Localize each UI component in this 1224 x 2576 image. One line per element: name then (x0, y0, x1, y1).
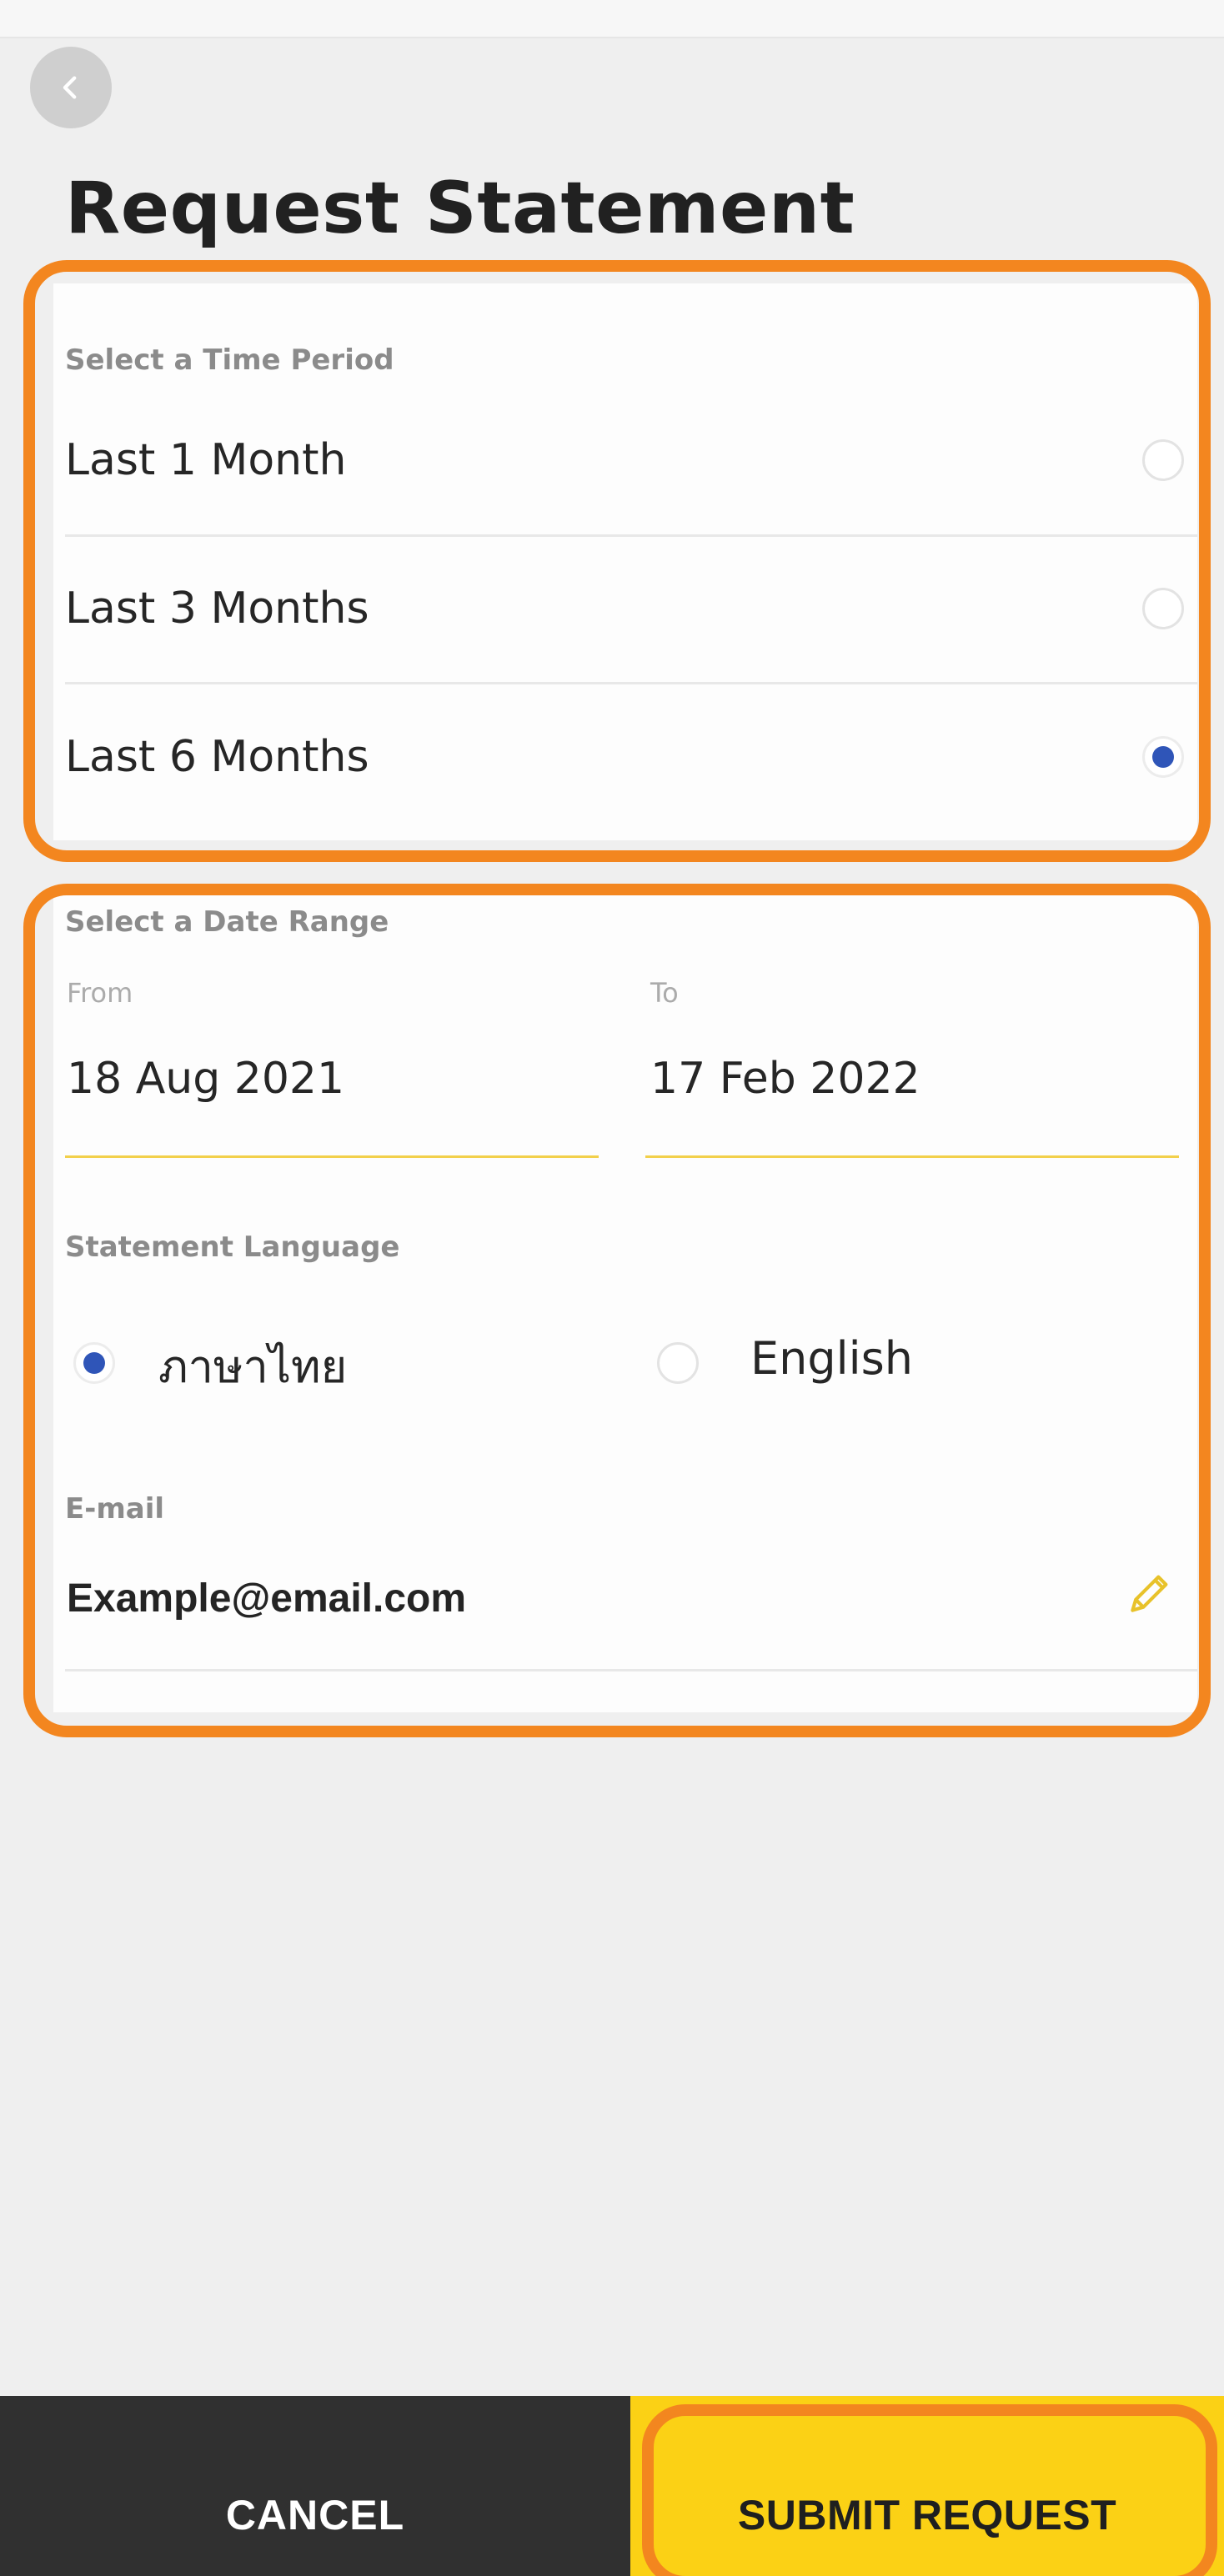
time-period-label: Select a Time Period (65, 343, 394, 377)
email-field[interactable]: Example@email.com (67, 1576, 466, 1621)
radio-unselected[interactable] (1142, 439, 1184, 481)
from-date-field[interactable]: 18 Aug 2021 (67, 1054, 344, 1104)
to-label: To (650, 977, 679, 1009)
option-last-1-month[interactable]: Last 1 Month (53, 387, 1197, 534)
from-date-underline (65, 1155, 599, 1158)
chevron-left-icon (63, 76, 77, 99)
status-strip (0, 0, 1224, 38)
submit-request-button[interactable]: SUBMIT REQUEST (630, 2396, 1224, 2576)
option-last-6-months[interactable]: Last 6 Months (53, 684, 1197, 830)
option-label: Last 1 Month (65, 435, 347, 485)
to-date-field[interactable]: 17 Feb 2022 (650, 1054, 921, 1104)
statement-language-label: Statement Language (65, 1230, 400, 1264)
option-label: Last 3 Months (65, 584, 369, 634)
radio-unselected[interactable] (1142, 588, 1184, 629)
pencil-icon[interactable] (1124, 1567, 1176, 1619)
page-title: Request Statement (65, 167, 855, 250)
to-date-underline (645, 1155, 1179, 1158)
email-label: E-mail (65, 1492, 165, 1526)
radio-thai-selected[interactable] (73, 1342, 115, 1384)
cancel-button[interactable]: CANCEL (0, 2396, 630, 2576)
radio-english-unselected[interactable] (657, 1342, 699, 1384)
from-label: From (67, 977, 133, 1009)
option-label: Last 6 Months (65, 732, 369, 782)
date-range-label: Select a Date Range (65, 905, 389, 939)
back-button[interactable] (30, 47, 112, 128)
option-last-3-months[interactable]: Last 3 Months (53, 535, 1197, 682)
email-divider (65, 1669, 1197, 1671)
language-option-thai[interactable]: ภาษาไทย (158, 1331, 347, 1402)
radio-selected[interactable] (1142, 736, 1184, 778)
language-option-english[interactable]: English (750, 1332, 913, 1385)
